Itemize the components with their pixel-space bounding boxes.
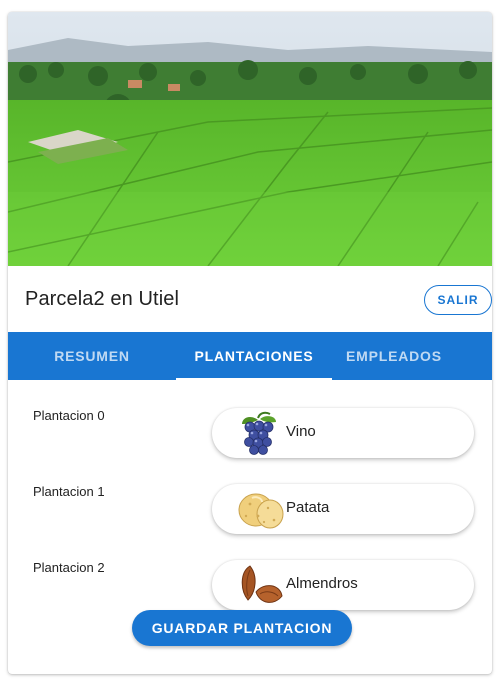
active-tab-indicator: [176, 378, 332, 380]
almond-icon: [241, 565, 283, 603]
save-plantation-button[interactable]: GUARDAR PLANTACION: [132, 610, 352, 646]
title-row: Parcela2 en Utiel SALIR: [8, 266, 492, 332]
tab-bar: RESUMEN PLANTACIONES EMPLEADOS: [8, 332, 492, 380]
crop-name: Almendros: [286, 575, 358, 592]
parcel-hero-image: [8, 12, 492, 266]
crop-select[interactable]: Patata: [212, 484, 474, 534]
potato-icon: [238, 493, 284, 529]
parcel-card: Parcela2 en Utiel SALIR RESUMEN PLANTACI…: [8, 12, 492, 674]
plantation-row: Plantacion 2 Almendros: [8, 546, 492, 610]
tab-resumen[interactable]: RESUMEN: [8, 332, 176, 380]
tab-empleados[interactable]: EMPLEADOS: [332, 332, 492, 380]
plantation-label: Plantacion 2: [33, 560, 105, 575]
crop-name: Patata: [286, 499, 330, 516]
grapes-icon: [242, 411, 276, 455]
plantation-label: Plantacion 1: [33, 484, 105, 499]
crop-name: Vino: [286, 423, 316, 440]
tab-plantaciones-label: PLANTACIONES: [194, 348, 314, 364]
plantation-label: Plantacion 0: [33, 408, 105, 423]
crop-select[interactable]: Vino: [212, 408, 474, 458]
crop-select[interactable]: Almendros: [212, 560, 474, 610]
parcel-title: Parcela2 en Utiel: [25, 288, 180, 310]
plantation-row: Plantacion 0 Vino: [8, 394, 492, 458]
exit-button[interactable]: SALIR: [424, 285, 492, 315]
plantation-row: Plantacion 1 Patata: [8, 470, 492, 534]
tab-plantaciones[interactable]: PLANTACIONES: [176, 332, 332, 380]
